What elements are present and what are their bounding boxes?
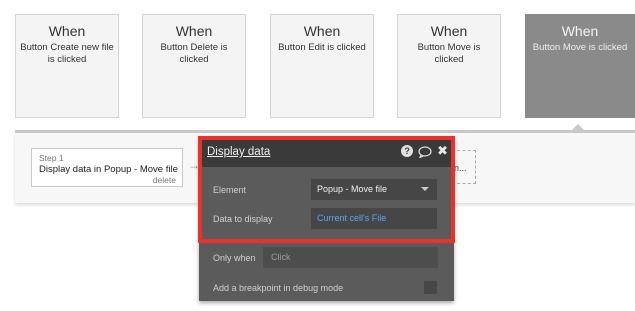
event-when-label: When [430, 23, 468, 39]
element-dropdown[interactable]: Popup - Move file [311, 179, 437, 200]
close-icon[interactable]: ✖ [437, 144, 448, 157]
breakpoint-label: Add a breakpoint in debug mode [213, 283, 344, 293]
add-action-text: n... [454, 163, 467, 173]
event-card-create-new-file[interactable]: When Button Create new file is clicked [15, 14, 119, 118]
only-when-input[interactable]: Click [263, 247, 438, 268]
element-label: Element [213, 185, 247, 195]
only-when-label: Only when [213, 253, 256, 263]
breakpoint-checkbox[interactable] [424, 281, 437, 294]
event-when-label: When [175, 23, 213, 39]
event-description: Button Delete is clicked [160, 42, 228, 65]
chevron-down-icon [421, 187, 429, 191]
step-title: Display data in Popup - Move file [39, 164, 178, 175]
only-when-placeholder: Click [271, 252, 291, 262]
panel-title[interactable]: Display data [207, 146, 270, 158]
event-when-label: When [561, 23, 599, 39]
event-card-move[interactable]: When Button Move is clicked [397, 14, 501, 118]
data-to-display-field[interactable]: Current cell's File [311, 208, 437, 229]
event-when-label: When [48, 23, 86, 39]
selected-event-pointer [571, 124, 585, 131]
workflow-step-1[interactable]: Step 1 Display data in Popup - Move file… [31, 148, 183, 187]
event-card-delete[interactable]: When Button Delete is clicked [142, 14, 246, 118]
help-icon[interactable]: ? [401, 145, 414, 157]
step-delete-link[interactable]: delete [153, 175, 176, 185]
panel-header: Display data ? ✖ [199, 137, 454, 167]
event-card-edit[interactable]: When Button Edit is clicked [270, 14, 374, 118]
data-to-display-expression: Current cell's File [317, 213, 387, 223]
panel-header-icons: ? ✖ [401, 144, 448, 159]
action-property-panel: Display data ? ✖ Element Popup - Move fi… [199, 137, 454, 301]
step-number: Step 1 [39, 153, 64, 163]
event-description: Button Move is clicked [532, 42, 628, 53]
event-description: Button Move is clicked [417, 42, 481, 65]
event-when-label: When [303, 23, 341, 39]
event-card-move-selected[interactable]: When Button Move is clicked [525, 14, 635, 118]
comment-icon[interactable] [418, 145, 432, 159]
event-description: Button Create new file is clicked [20, 42, 114, 65]
event-description: Button Edit is clicked [278, 42, 366, 53]
element-dropdown-value: Popup - Move file [317, 184, 388, 194]
data-to-display-label: Data to display [213, 214, 273, 224]
